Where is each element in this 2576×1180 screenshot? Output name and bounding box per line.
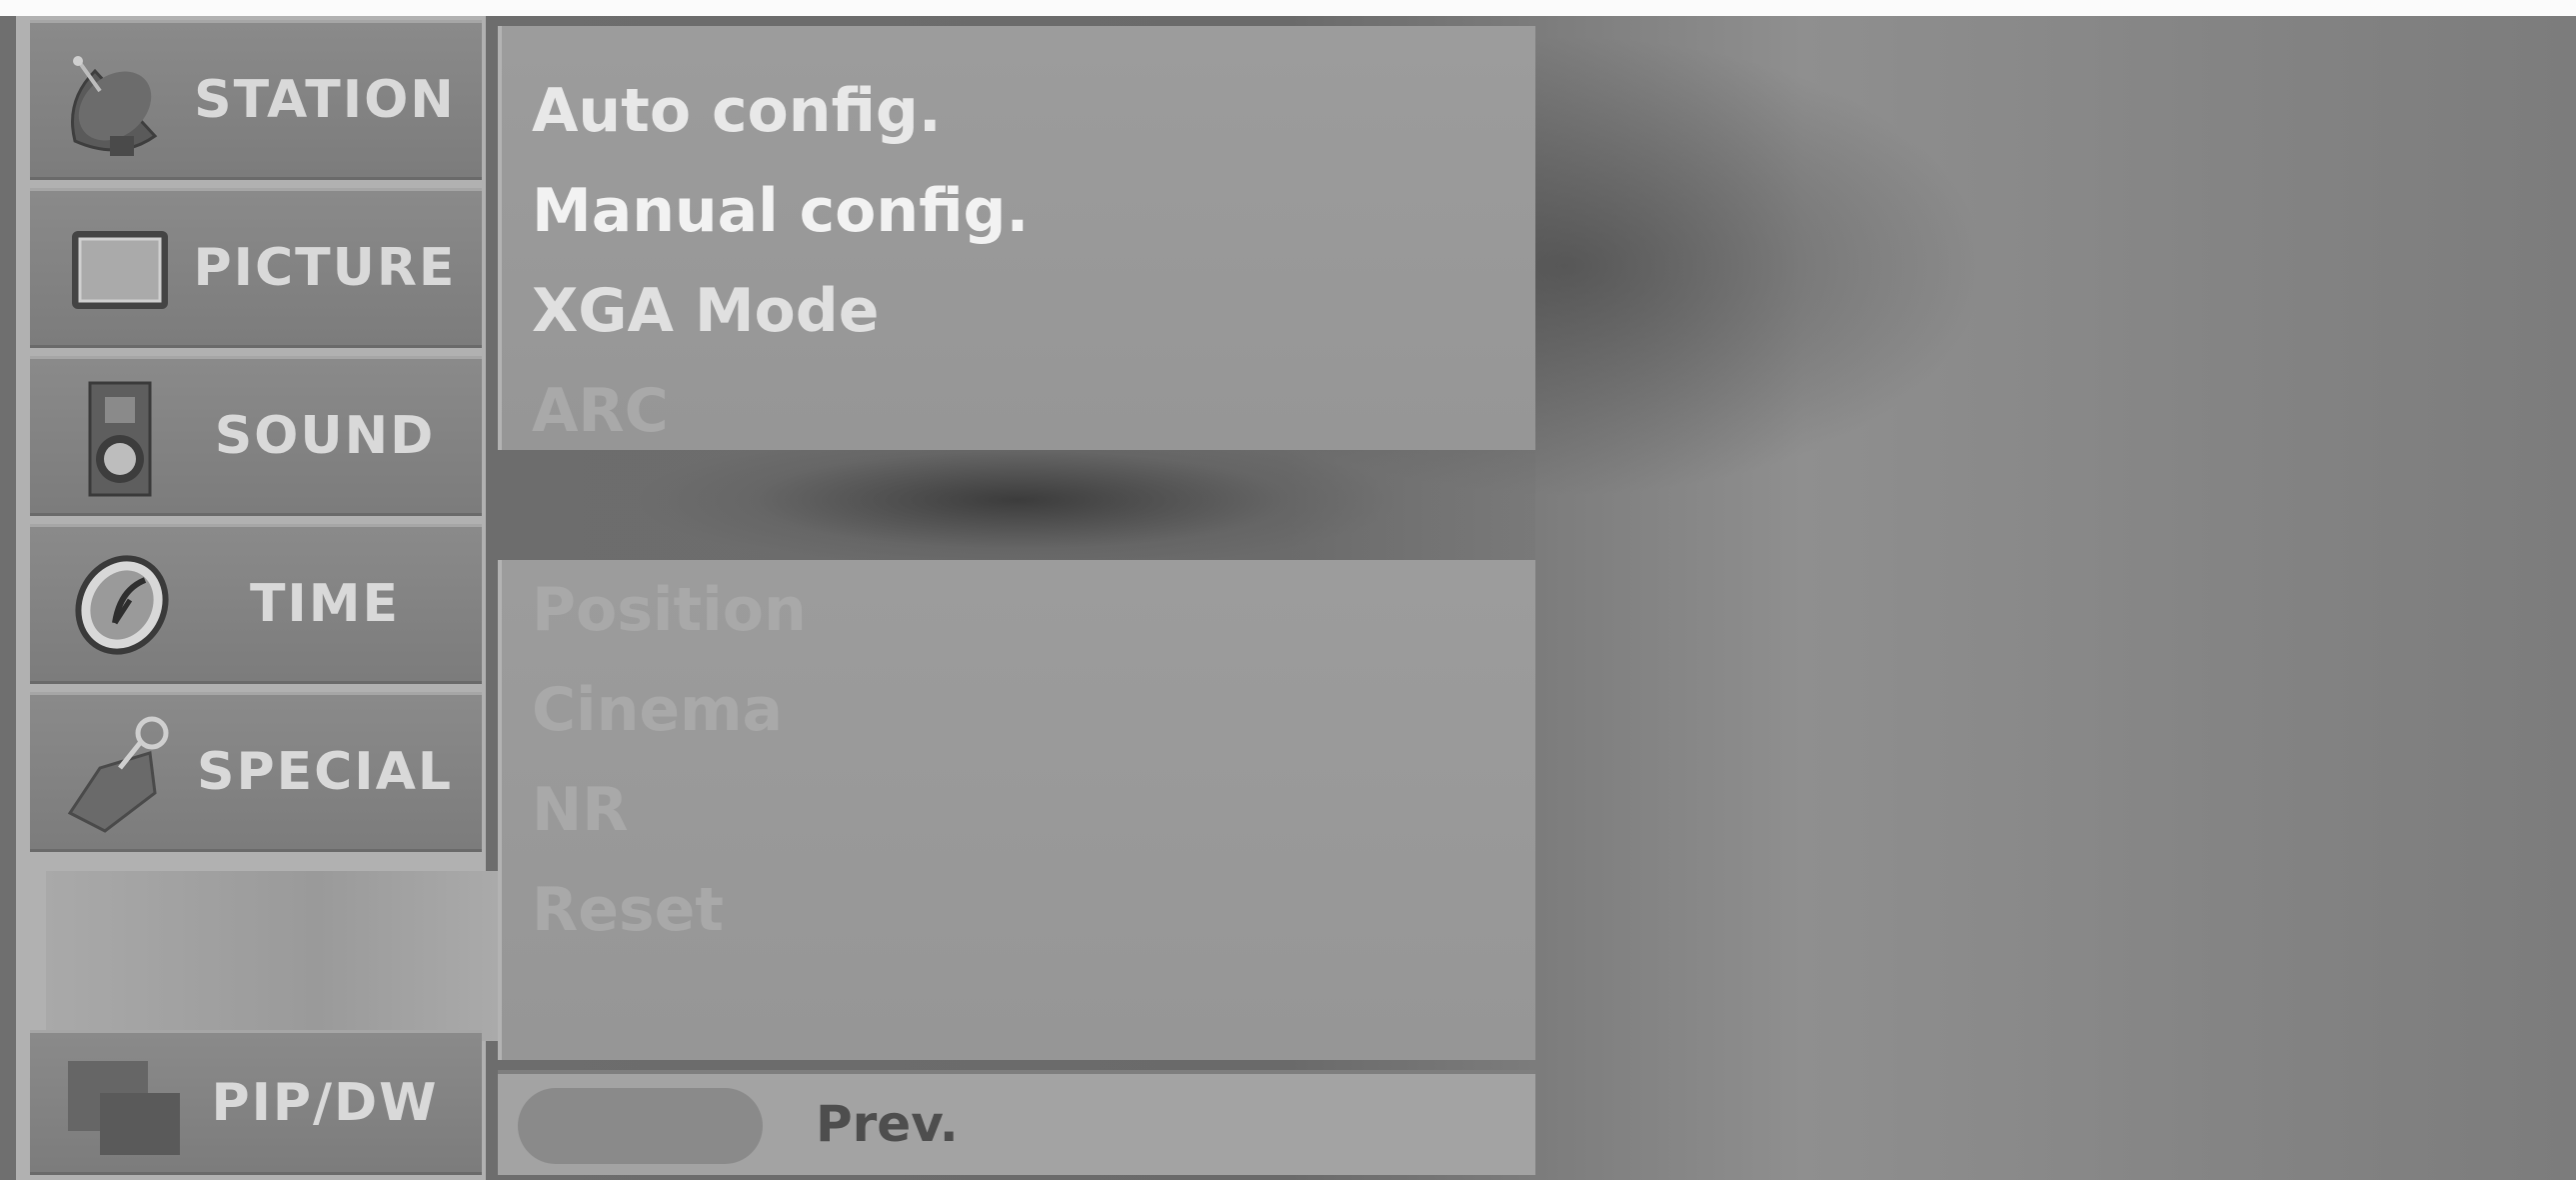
submenu-panel-top: Auto config. Manual config. XGA Mode ARC [498,26,1535,450]
submenu-gap [498,450,1535,560]
sidebar-item-station[interactable]: STATION [30,20,482,180]
sidebar-item-special[interactable]: SPECIAL [30,692,482,852]
pip-windows-icon [68,1061,180,1155]
sidebar-item-label: SPECIAL [197,742,453,802]
tag-icon [67,716,169,833]
sidebar-empty-area [46,871,498,1041]
sidebar-item-label: PICTURE [193,238,457,298]
menu-item-manual-config[interactable]: Manual config. [532,176,1029,246]
sidebar-item-label: TIME [249,574,401,634]
menu-footer: Prev. [498,1070,1535,1175]
menu-item-nr: NR [532,775,629,845]
tv-screen-icon [72,231,168,309]
menu-item-reset: Reset [532,875,724,945]
menu-item-arc: ARC [532,376,669,446]
submenu-panel-bottom: Position Cinema NR Reset [498,560,1535,1060]
clock-icon [75,555,169,655]
menu-item-auto-config[interactable]: Auto config. [532,76,942,146]
sidebar-item-sound[interactable]: SOUND [30,356,482,516]
menu-item-position: Position [532,575,807,645]
sidebar-item-label: STATION [194,70,456,130]
prev-button-indicator[interactable] [518,1088,763,1164]
menu-item-cinema: Cinema [532,675,784,745]
sidebar-item-label: SOUND [214,406,436,466]
speaker-icon [88,381,152,497]
menu-item-xga-mode[interactable]: XGA Mode [532,276,879,346]
sidebar-item-time[interactable]: TIME [30,524,482,684]
sidebar-item-pip-dw[interactable]: PIP/DW [30,1030,482,1175]
satellite-dish-icon [71,56,158,156]
sidebar-item-label: PIP/DW [211,1072,439,1133]
sidebar-item-picture[interactable]: PICTURE [30,188,482,348]
prev-label: Prev. [816,1095,959,1153]
